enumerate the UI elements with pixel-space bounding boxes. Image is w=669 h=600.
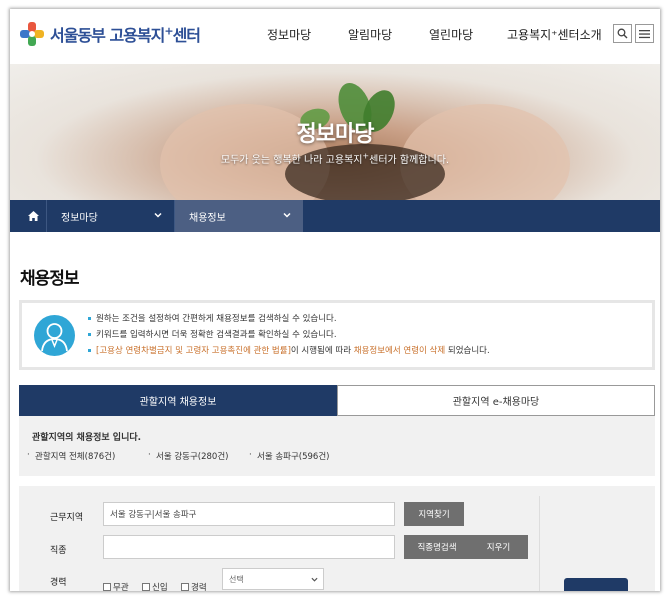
chevron-down-icon <box>154 212 162 218</box>
search-button[interactable] <box>613 24 632 43</box>
career-option-label: 무관 <box>113 583 129 591</box>
career-label: 경력 <box>50 578 67 588</box>
search-icon <box>617 28 628 39</box>
menu-button[interactable] <box>635 24 654 43</box>
tab-bar: 관할지역 채용정보 관할지역 e-채용마당 <box>19 385 655 416</box>
work-area-label: 근무지역 <box>50 513 84 523</box>
nav-item-about[interactable]: 고용복지⁺센터소개 <box>507 26 602 43</box>
career-option-experienced[interactable]: 경력 <box>181 581 207 591</box>
career-select-value: 선택 <box>229 574 244 584</box>
region-panel: 관할지역의 채용정보 입니다. 관할지역 전체(876건) 서울 강동구(280… <box>19 416 655 476</box>
info-box: 원하는 조건을 설정하여 간편하게 채용정보를 검색하실 수 있습니다. 키워드… <box>19 300 655 370</box>
career-option-label: 경력 <box>191 583 207 591</box>
breadcrumb-level1[interactable]: 정보마당 <box>47 200 175 232</box>
breadcrumb-level2[interactable]: 채용정보 <box>175 200 303 232</box>
checkbox[interactable] <box>142 583 150 591</box>
search-submit-button[interactable] <box>564 578 628 591</box>
hero-banner: 정보마당 모두가 웃는 행복한 나라 고용복지+센터가 함께합니다. <box>10 64 660 200</box>
breadcrumb-level1-label: 정보마당 <box>61 212 98 224</box>
career-option-any[interactable]: 무관 <box>103 581 129 591</box>
clear-button[interactable]: 지우기 <box>469 535 528 559</box>
hero-title: 정보마당 <box>296 122 375 147</box>
info-line: [고용상 연령차별금지 및 고령자 고용촉진에 관한 법률]이 시행됨에 따라 … <box>88 343 490 359</box>
site-logo[interactable]: 서울동부 고용복지+센터 <box>19 21 201 47</box>
page-title: 채용정보 <box>20 269 80 289</box>
chevron-down-icon <box>283 212 291 218</box>
checkbox[interactable] <box>103 583 111 591</box>
region-link-songpa[interactable]: 서울 송파구(596건) <box>249 450 329 462</box>
info-line: 원하는 조건을 설정하여 간편하게 채용정보를 검색하실 수 있습니다. <box>88 311 490 327</box>
logo-mark-icon <box>20 22 44 46</box>
find-area-button[interactable]: 지역찾기 <box>404 502 464 526</box>
home-icon <box>27 211 39 221</box>
job-search-button[interactable]: 직종명검색 <box>404 535 470 559</box>
chevron-down-icon <box>311 577 318 582</box>
tab-e-jobs[interactable]: 관할지역 e-채용마당 <box>337 385 655 416</box>
career-option-label: 신입 <box>152 583 168 591</box>
region-title: 관할지역의 채용정보 입니다. <box>32 433 142 443</box>
menu-icon <box>639 29 650 38</box>
person-icon <box>34 315 75 356</box>
breadcrumb-level2-label: 채용정보 <box>189 212 226 224</box>
career-select[interactable]: 선택 <box>222 568 324 590</box>
region-link-gangdong[interactable]: 서울 강동구(280건) <box>148 450 228 462</box>
job-input[interactable] <box>103 535 395 559</box>
work-area-input[interactable]: 서울 강동구|서울 송파구 <box>103 502 395 526</box>
nav-item-info[interactable]: 정보마당 <box>267 26 311 43</box>
info-text: 원하는 조건을 설정하여 간편하게 채용정보를 검색하실 수 있습니다. 키워드… <box>88 311 490 359</box>
info-line: 키워드를 입력하시면 더욱 정확한 검색결과를 확인하실 수 있습니다. <box>88 327 490 343</box>
breadcrumb: 정보마당 채용정보 <box>10 200 660 232</box>
nav-item-notice[interactable]: 알림마당 <box>348 26 392 43</box>
site-header: 서울동부 고용복지+센터 정보마당 알림마당 열린마당 고용복지⁺센터소개 <box>10 9 660 64</box>
browser-page: 서울동부 고용복지+센터 정보마당 알림마당 열린마당 고용복지⁺센터소개 정보… <box>10 9 660 591</box>
hero-subtitle: 모두가 웃는 행복한 나라 고용복지+센터가 함께합니다. <box>220 151 450 166</box>
checkbox[interactable] <box>181 583 189 591</box>
career-option-new[interactable]: 신입 <box>142 581 168 591</box>
tab-local-jobs[interactable]: 관할지역 채용정보 <box>19 385 337 416</box>
region-link-all[interactable]: 관할지역 전체(876건) <box>27 450 115 462</box>
nav-item-open[interactable]: 열린마당 <box>429 26 473 43</box>
job-label: 직종 <box>50 546 67 556</box>
logo-text: 서울동부 고용복지+센터 <box>50 24 201 45</box>
form-divider <box>539 496 540 591</box>
breadcrumb-home[interactable] <box>20 200 47 232</box>
